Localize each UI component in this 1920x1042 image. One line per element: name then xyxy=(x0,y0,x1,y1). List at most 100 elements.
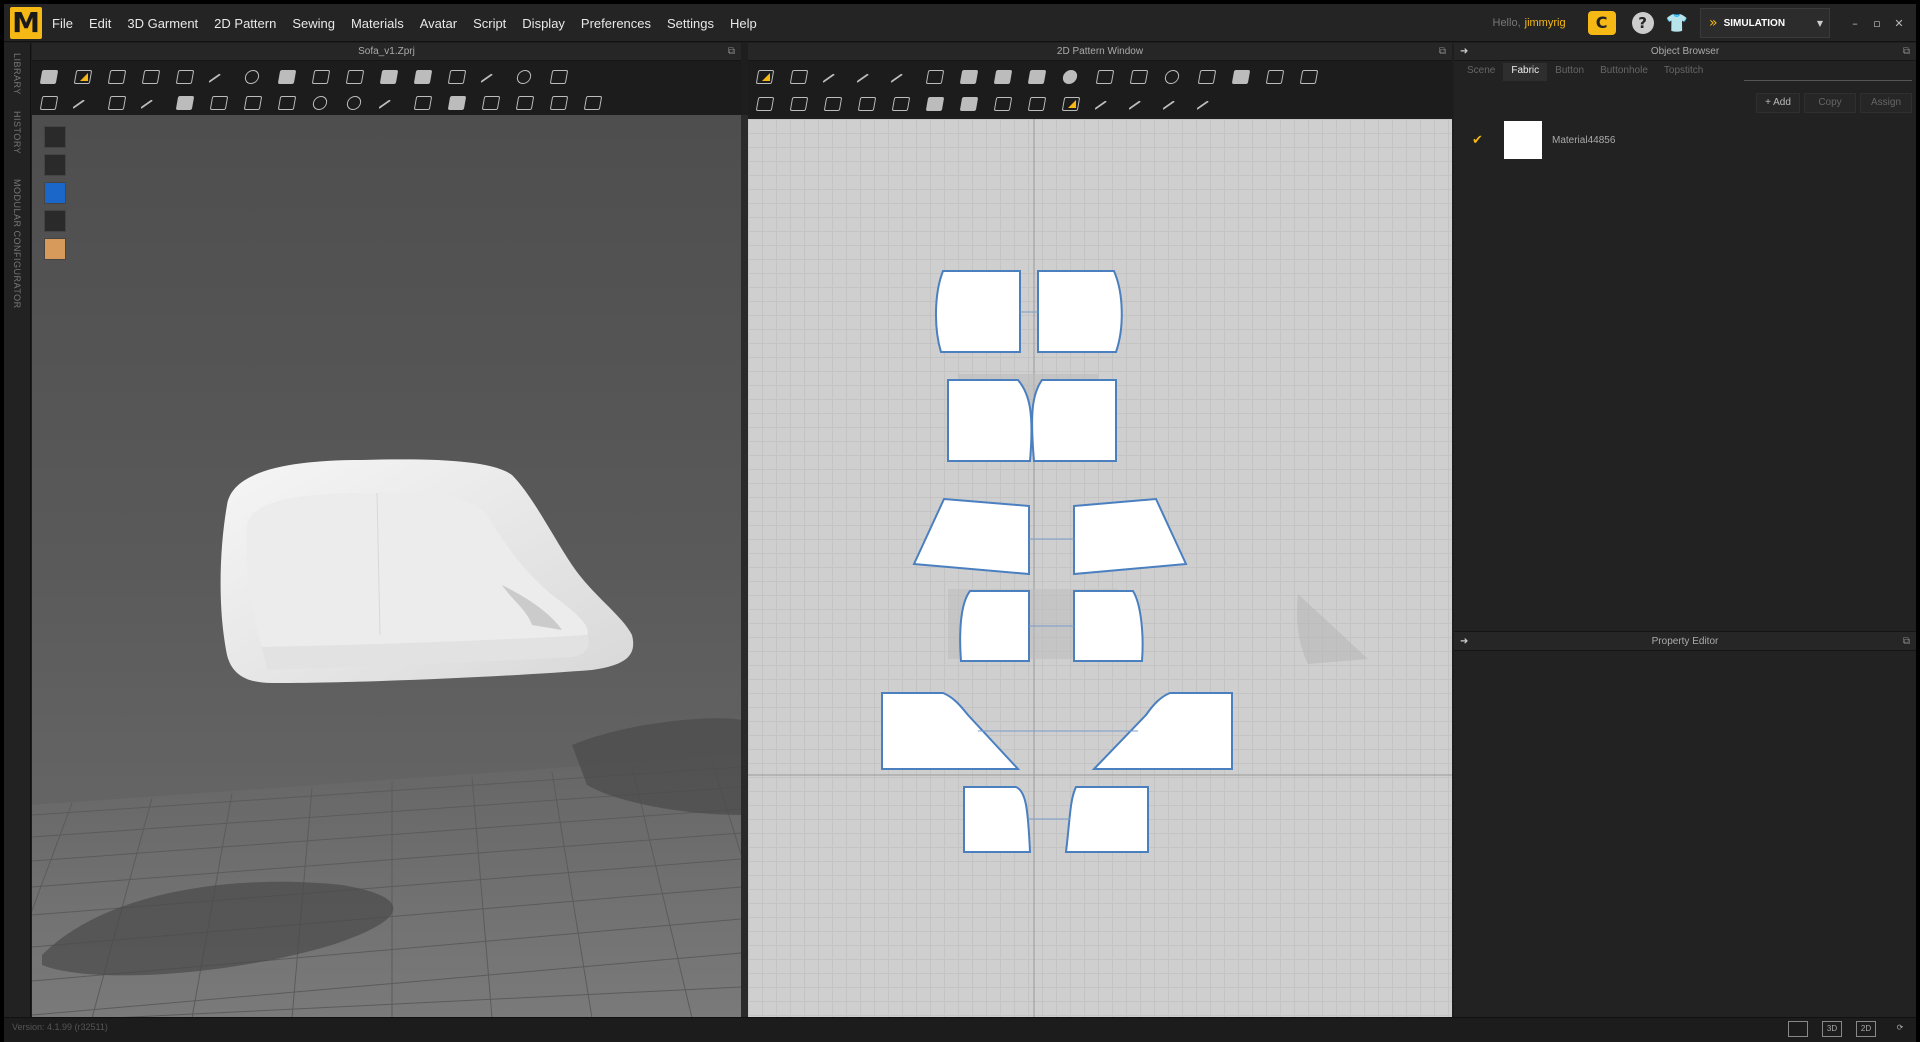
seam-tool-icon[interactable] xyxy=(310,67,332,85)
pattern-piece[interactable] xyxy=(1064,786,1149,853)
menu-sewing[interactable]: Sewing xyxy=(292,16,335,31)
checkmark-icon[interactable]: ✔ xyxy=(1472,133,1492,148)
add-button[interactable]: + Add xyxy=(1756,93,1800,113)
fabric-grain-icon[interactable] xyxy=(1060,94,1082,112)
zipper-tool-icon[interactable] xyxy=(446,93,468,111)
pattern-piece[interactable] xyxy=(1037,270,1123,353)
shirt-tool-icon[interactable] xyxy=(378,67,400,85)
internal-polygon-icon[interactable] xyxy=(1094,67,1116,85)
restore-button[interactable]: ▫ xyxy=(1866,17,1888,30)
notch-icon[interactable] xyxy=(822,94,844,112)
circle-icon[interactable] xyxy=(1060,67,1082,85)
avatar-pose-icon[interactable] xyxy=(38,93,60,111)
tab-history[interactable]: HISTORY xyxy=(12,111,22,154)
texture-edit-icon[interactable] xyxy=(992,94,1014,112)
dart-icon[interactable] xyxy=(1230,67,1252,85)
material-list-item[interactable]: ✔ Material44856 xyxy=(1460,121,1900,159)
avatar-display-icon[interactable] xyxy=(44,154,66,176)
cloud-icon[interactable]: C xyxy=(1587,11,1616,35)
pattern-piece[interactable] xyxy=(963,786,1032,853)
garment-icon[interactable]: 👕 xyxy=(1666,13,1688,34)
pattern-piece[interactable] xyxy=(912,497,1030,576)
shirt-pattern-icon[interactable] xyxy=(958,94,980,112)
minimize-button[interactable]: – xyxy=(1844,17,1866,30)
arrow-right-icon[interactable]: ➜ xyxy=(1460,43,1468,61)
rectangle-icon[interactable] xyxy=(1026,67,1048,85)
menu-edit[interactable]: Edit xyxy=(89,16,111,31)
2d-view-button[interactable]: 2D xyxy=(1856,1021,1876,1037)
menu-2d-pattern[interactable]: 2D Pattern xyxy=(214,16,276,31)
arrange-icon[interactable] xyxy=(548,93,570,111)
transform-icon[interactable] xyxy=(140,67,162,85)
topstitch-icon[interactable] xyxy=(1162,94,1184,112)
pattern-piece[interactable] xyxy=(947,379,1033,462)
expand-icon[interactable]: ⧉ xyxy=(1903,43,1910,61)
2d-pattern-canvas[interactable] xyxy=(748,119,1452,1018)
gizmo-icon[interactable] xyxy=(582,93,604,111)
polygon-icon[interactable] xyxy=(958,67,980,85)
cut-icon[interactable] xyxy=(924,67,946,85)
mode-selector[interactable]: » SIMULATION ▼ xyxy=(1700,8,1830,38)
viewport-splitter[interactable] xyxy=(741,115,748,1018)
texture-icon[interactable] xyxy=(276,93,298,111)
fabric-tool-icon[interactable] xyxy=(344,67,366,85)
segment-sewing-icon[interactable] xyxy=(1094,94,1116,112)
tab-scene[interactable]: Scene xyxy=(1459,63,1503,81)
lock-icon[interactable] xyxy=(412,93,434,111)
tab-buttonhole[interactable]: Buttonhole xyxy=(1592,63,1656,81)
garment-display-icon[interactable] xyxy=(44,126,66,148)
box-select-icon[interactable] xyxy=(106,67,128,85)
folder-pattern-icon[interactable] xyxy=(992,67,1014,85)
3d-viewport[interactable] xyxy=(32,115,741,1018)
pattern-piece[interactable] xyxy=(1073,497,1188,576)
edit-curvature-icon[interactable] xyxy=(822,67,844,85)
measure-icon[interactable] xyxy=(480,67,502,85)
menu-settings[interactable]: Settings xyxy=(667,16,714,31)
fold-line-icon[interactable] xyxy=(1298,67,1320,85)
tab-button[interactable]: Button xyxy=(1547,63,1592,81)
menu-display[interactable]: Display xyxy=(522,16,565,31)
ruler-icon[interactable] xyxy=(548,67,570,85)
edit-point-icon[interactable] xyxy=(788,67,810,85)
rotate-icon[interactable] xyxy=(242,67,264,85)
expand-icon[interactable]: ⧉ xyxy=(728,43,735,61)
texture-display-icon[interactable] xyxy=(44,182,66,204)
pattern-icon[interactable] xyxy=(242,93,264,111)
straight-line-icon[interactable] xyxy=(378,93,400,111)
layer-icon[interactable] xyxy=(412,67,434,85)
elastic-icon[interactable] xyxy=(514,93,536,111)
tack-icon[interactable] xyxy=(480,93,502,111)
sew-line-icon[interactable] xyxy=(72,93,94,111)
tab-modular-configurator[interactable]: MODULAR CONFIGURATOR xyxy=(12,179,22,309)
pin-icon[interactable] xyxy=(446,67,468,85)
menu-materials[interactable]: Materials xyxy=(351,16,404,31)
zipper-icon[interactable] xyxy=(208,93,230,111)
pattern-piece[interactable] xyxy=(1073,590,1144,662)
refresh-icon[interactable]: ⟳ xyxy=(1890,1021,1910,1037)
menu-script[interactable]: Script xyxy=(473,16,506,31)
menu-3d-garment[interactable]: 3D Garment xyxy=(127,16,198,31)
curve-point-icon[interactable] xyxy=(856,67,878,85)
copy-button[interactable]: Copy xyxy=(1804,93,1856,113)
seam-allowance-icon[interactable] xyxy=(856,94,878,112)
pattern-piece[interactable] xyxy=(1031,379,1117,462)
tab-topstitch[interactable]: Topstitch xyxy=(1656,63,1711,81)
pleat-icon[interactable] xyxy=(1264,67,1286,85)
help-icon[interactable]: ? xyxy=(1631,12,1654,34)
select-move-icon[interactable] xyxy=(72,67,94,85)
internal-circle-icon[interactable] xyxy=(1162,67,1184,85)
menu-file[interactable]: File xyxy=(52,16,73,31)
menu-avatar[interactable]: Avatar xyxy=(420,16,457,31)
internal-rectangle-icon[interactable] xyxy=(1128,67,1150,85)
expand-icon[interactable]: ⧉ xyxy=(1903,632,1910,652)
tab-fabric[interactable]: Fabric xyxy=(1503,63,1548,81)
close-button[interactable]: ✕ xyxy=(1888,17,1910,30)
edit-sewing-icon[interactable] xyxy=(1196,94,1218,112)
sofa-3d-model[interactable] xyxy=(220,459,634,683)
stitch-icon[interactable] xyxy=(106,93,128,111)
garment-tool-icon[interactable] xyxy=(276,67,298,85)
diamond-icon[interactable] xyxy=(1196,67,1218,85)
trace-icon[interactable] xyxy=(754,94,776,112)
menu-help[interactable]: Help xyxy=(730,16,757,31)
offset-icon[interactable] xyxy=(788,94,810,112)
